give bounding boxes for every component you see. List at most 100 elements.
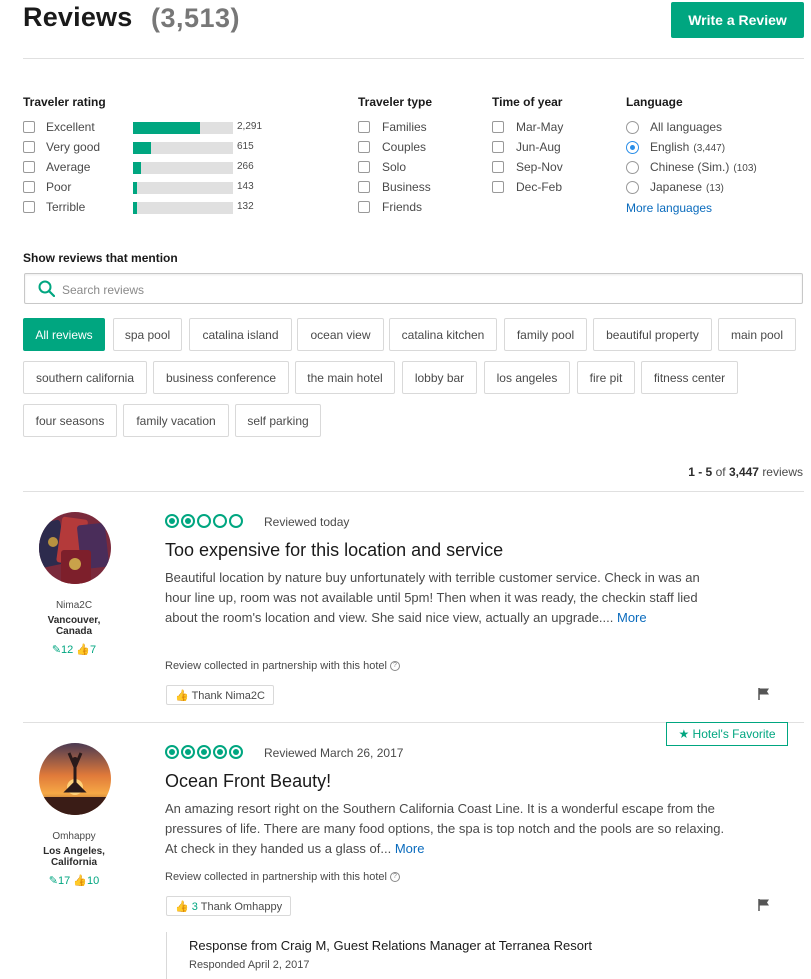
collected-note: Review collected in partnership with thi… xyxy=(165,660,400,672)
thumbs-up-icon: 👍 xyxy=(175,690,189,702)
rating-bar-fill xyxy=(133,122,200,134)
mention-tag[interactable]: family vacation xyxy=(123,404,229,437)
rating-label[interactable]: Average xyxy=(46,157,90,177)
language-label: All languages xyxy=(650,120,723,134)
mention-tag[interactable]: southern california xyxy=(23,361,147,394)
traveler-type-checkbox[interactable] xyxy=(358,121,370,133)
thank-button[interactable]: 👍 Thank Nima2C xyxy=(166,685,274,705)
language-option[interactable]: English (3,447) xyxy=(650,137,725,159)
time-of-year-checkbox[interactable] xyxy=(492,121,504,133)
traveler-type-checkbox[interactable] xyxy=(358,141,370,153)
language-option[interactable]: Japanese (13) xyxy=(650,177,724,199)
traveler-type-checkbox[interactable] xyxy=(358,161,370,173)
traveler-type-label[interactable]: Friends xyxy=(382,197,422,217)
mention-tag[interactable]: family pool xyxy=(504,318,587,351)
thank-label: Thank Nima2C xyxy=(191,690,265,702)
mention-tag[interactable]: business conference xyxy=(153,361,289,394)
mention-tag[interactable]: catalina kitchen xyxy=(389,318,497,351)
review-title[interactable]: Ocean Front Beauty! xyxy=(165,771,331,792)
time-of-year-label[interactable]: Sep-Nov xyxy=(516,157,563,177)
time-of-year-label[interactable]: Jun-Aug xyxy=(516,137,561,157)
language-radio[interactable] xyxy=(626,181,639,194)
pencil-icon: ✎ xyxy=(51,644,62,656)
review-count: (3,513) xyxy=(151,3,241,33)
language-heading: Language xyxy=(626,95,683,109)
time-of-year-checkbox[interactable] xyxy=(492,181,504,193)
mention-tag[interactable]: fitness center xyxy=(641,361,738,394)
mention-tag[interactable]: lobby bar xyxy=(402,361,477,394)
mention-tag[interactable]: main pool xyxy=(718,318,796,351)
traveler-rating-heading: Traveler rating xyxy=(23,95,106,109)
review-date: Reviewed today xyxy=(264,515,350,529)
language-radio[interactable] xyxy=(626,141,639,154)
rating-label[interactable]: Very good xyxy=(46,137,100,157)
time-of-year-label[interactable]: Mar-May xyxy=(516,117,563,137)
info-icon[interactable]: ? xyxy=(389,872,400,883)
traveler-type-checkbox[interactable] xyxy=(358,181,370,193)
rating-checkbox[interactable] xyxy=(23,181,35,193)
rating-checkbox[interactable] xyxy=(23,121,35,133)
mention-tag[interactable]: All reviews xyxy=(23,318,105,351)
time-of-year-checkbox[interactable] xyxy=(492,141,504,153)
avatar[interactable] xyxy=(39,512,111,584)
rating-bar-fill xyxy=(133,202,137,214)
rating-label[interactable]: Terrible xyxy=(46,197,85,217)
rating-bubble xyxy=(165,514,179,528)
language-option[interactable]: All languages xyxy=(650,117,726,139)
mention-tag[interactable]: four seasons xyxy=(23,404,117,437)
thumbs-up-icon: 👍 xyxy=(76,644,91,656)
rating-label[interactable]: Poor xyxy=(46,177,71,197)
traveler-type-label[interactable]: Business xyxy=(382,177,431,197)
language-radio[interactable] xyxy=(626,161,639,174)
time-of-year-label[interactable]: Dec-Feb xyxy=(516,177,562,197)
search-icon xyxy=(38,280,55,297)
reviewer-name[interactable]: Omhappy xyxy=(24,831,124,842)
review-text: An amazing resort right on the Southern … xyxy=(165,801,725,856)
mention-tag[interactable]: catalina island xyxy=(189,318,292,351)
mention-tag[interactable]: los angeles xyxy=(484,361,570,394)
divider xyxy=(23,58,804,59)
mention-tag[interactable]: fire pit xyxy=(577,361,635,394)
write-review-button[interactable]: Write a Review xyxy=(671,2,804,38)
language-count: (13) xyxy=(706,183,724,194)
flag-icon[interactable] xyxy=(757,898,771,912)
review-title[interactable]: Too expensive for this location and serv… xyxy=(165,540,503,561)
traveler-type-label[interactable]: Couples xyxy=(382,137,426,157)
mention-tag[interactable]: ocean view xyxy=(297,318,384,351)
traveler-type-heading: Traveler type xyxy=(358,95,433,109)
rating-checkbox[interactable] xyxy=(23,141,35,153)
response-divider xyxy=(166,932,167,979)
flag-icon[interactable] xyxy=(757,687,771,701)
info-icon[interactable]: ? xyxy=(389,661,400,672)
more-link[interactable]: More xyxy=(395,841,425,856)
language-option[interactable]: Chinese (Sim.) (103) xyxy=(650,157,757,179)
rating-bar xyxy=(133,202,233,214)
more-link[interactable]: More xyxy=(617,610,647,625)
reviewer-name[interactable]: Nima2C xyxy=(24,600,124,611)
time-of-year-checkbox[interactable] xyxy=(492,161,504,173)
traveler-type-label[interactable]: Families xyxy=(382,117,427,137)
rating-checkbox[interactable] xyxy=(23,161,35,173)
mention-tag[interactable]: self parking xyxy=(235,404,321,437)
language-label: Chinese (Sim.) xyxy=(650,160,730,174)
avatar[interactable] xyxy=(39,743,111,815)
rating-checkbox[interactable] xyxy=(23,201,35,213)
rating-label[interactable]: Excellent xyxy=(46,117,95,137)
more-languages-link[interactable]: More languages xyxy=(626,201,712,215)
rating-bubble xyxy=(229,745,243,759)
rating-bubble xyxy=(213,745,227,759)
rating-bubble xyxy=(197,514,211,528)
traveler-type-label[interactable]: Solo xyxy=(382,157,406,177)
mention-tag[interactable]: beautiful property xyxy=(593,318,712,351)
reviewer-stats: ✎17 👍10 xyxy=(24,874,124,887)
language-radio[interactable] xyxy=(626,121,639,134)
thank-button[interactable]: 👍 3 Thank Omhappy xyxy=(166,896,292,916)
paging-suffix: reviews xyxy=(762,465,803,479)
rating-bubbles xyxy=(165,745,243,759)
traveler-type-checkbox[interactable] xyxy=(358,201,370,213)
mention-tag[interactable]: spa pool xyxy=(113,318,182,351)
reviewer-stats: ✎12 👍7 xyxy=(24,643,124,656)
rating-bar-fill xyxy=(133,162,141,174)
search-input[interactable]: Search reviews xyxy=(24,273,803,304)
mention-tag[interactable]: the main hotel xyxy=(295,361,395,394)
